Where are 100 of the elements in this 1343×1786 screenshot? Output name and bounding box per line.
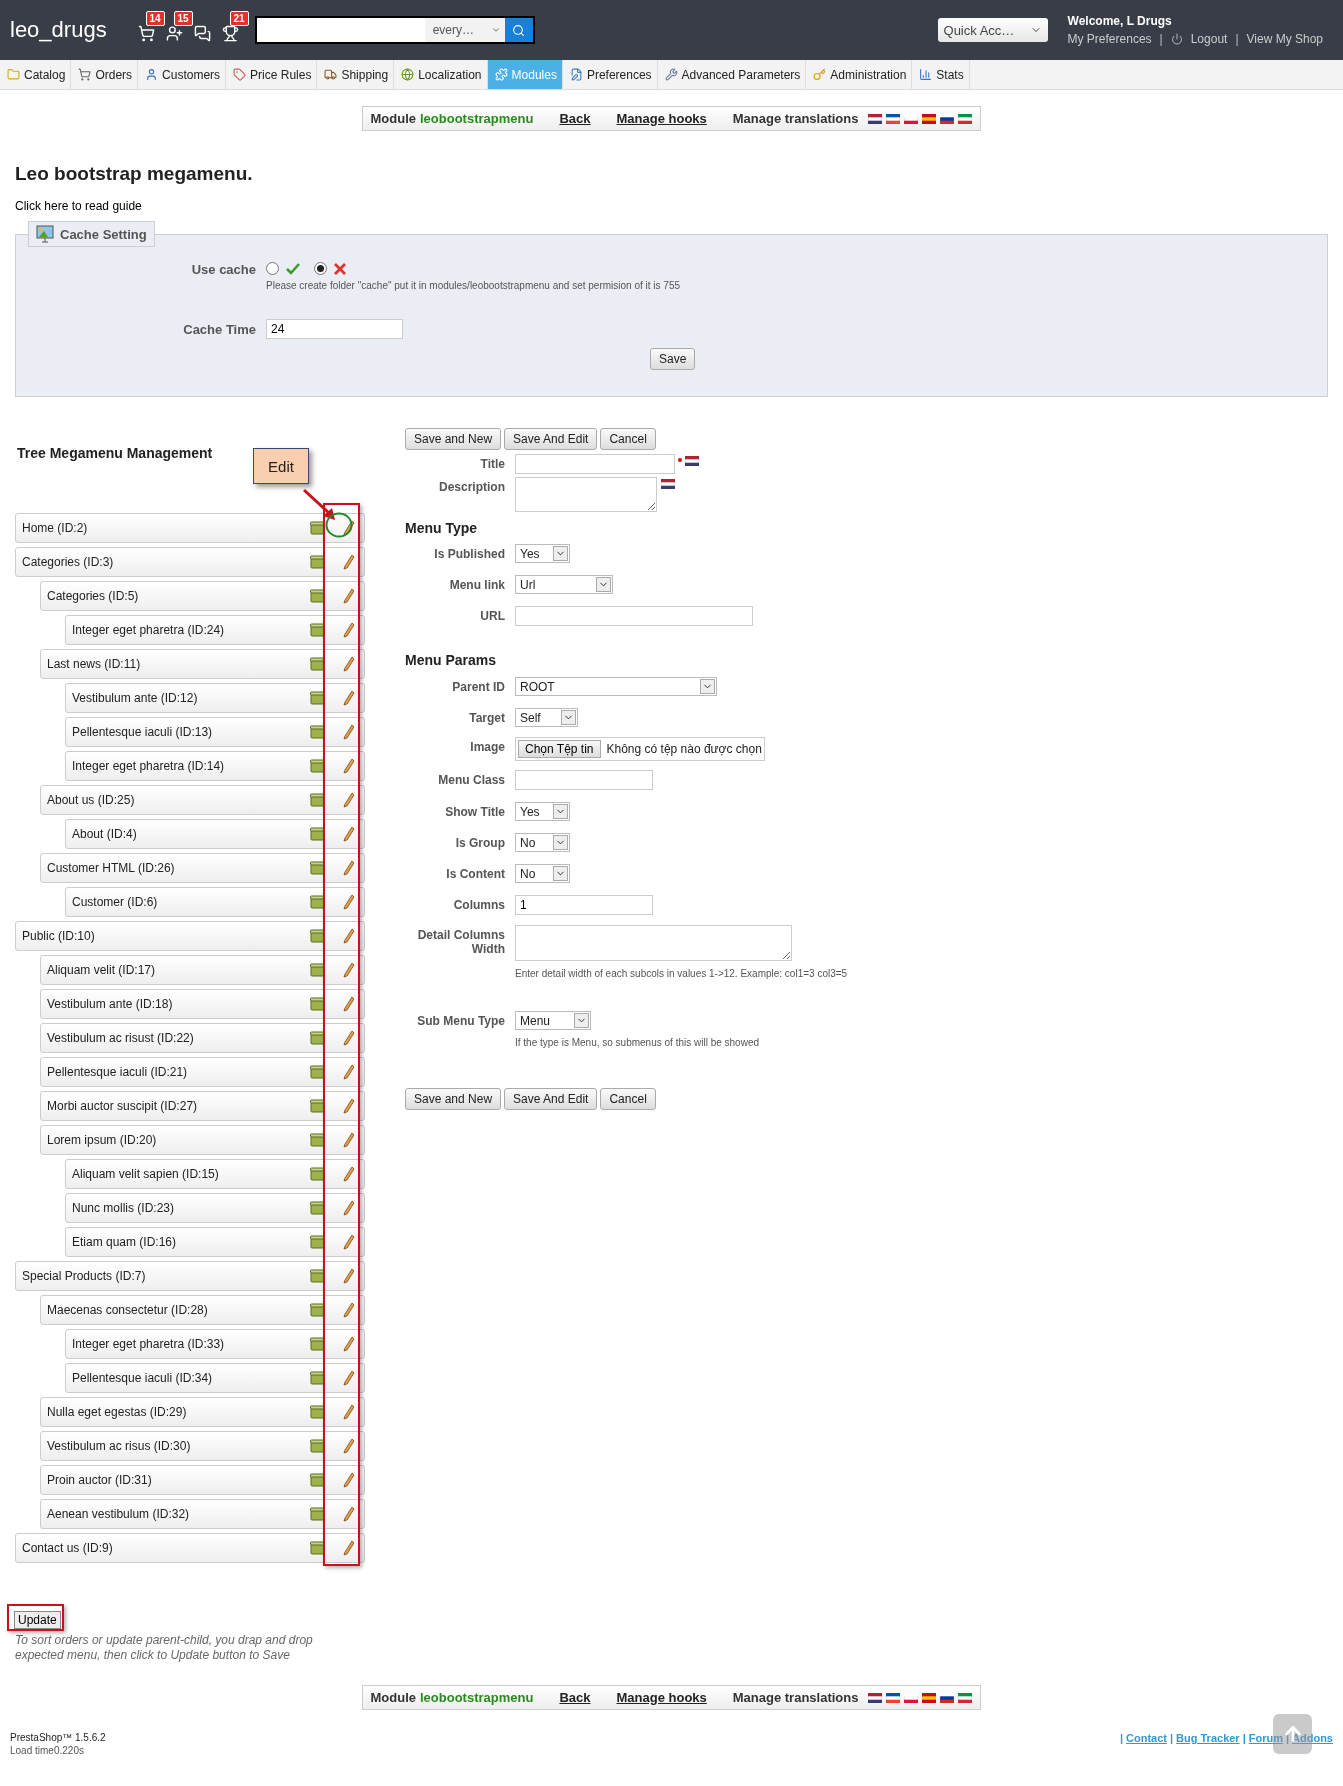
trash-icon[interactable] — [309, 1507, 325, 1521]
trash-icon[interactable] — [309, 1371, 325, 1385]
trash-icon[interactable] — [309, 1269, 325, 1283]
pencil-icon[interactable] — [343, 962, 355, 978]
pencil-icon[interactable] — [343, 996, 355, 1012]
menu-tree-item[interactable]: Vestibulum ante (ID:12) — [65, 683, 365, 713]
chat-icon[interactable] — [194, 24, 212, 42]
pencil-icon[interactable] — [343, 1302, 355, 1318]
pencil-icon[interactable] — [343, 1098, 355, 1114]
quick-access-dropdown[interactable]: Quick Acc… — [937, 18, 1048, 42]
flag-icon[interactable] — [886, 113, 901, 124]
textarea-field[interactable] — [515, 477, 657, 512]
trash-icon[interactable] — [309, 691, 325, 705]
menu-tree-item[interactable]: Pellentesque iaculi (ID:34) — [65, 1363, 365, 1393]
flag-icon[interactable] — [922, 1692, 937, 1703]
pencil-icon[interactable] — [343, 758, 355, 774]
toolbar-link[interactable]: Manage hooks — [616, 1690, 707, 1705]
select-dropdown[interactable]: Menu — [515, 1011, 591, 1030]
pencil-icon[interactable] — [343, 588, 355, 604]
menu-tree-item[interactable]: Integer eget pharetra (ID:24) — [65, 615, 365, 645]
radio-button[interactable] — [314, 262, 327, 275]
menu-tree-item[interactable]: Pellentesque iaculi (ID:13) — [65, 717, 365, 747]
pencil-icon[interactable] — [343, 1200, 355, 1216]
menu-tree-item[interactable]: About (ID:4) — [65, 819, 365, 849]
nav-tab[interactable]: Customers — [138, 60, 227, 89]
trash-icon[interactable] — [309, 1133, 325, 1147]
menu-tree-item[interactable]: Vestibulum ac risus (ID:30) — [40, 1431, 365, 1461]
pencil-icon[interactable] — [343, 690, 355, 706]
flag-icon[interactable] — [958, 1692, 973, 1703]
trash-icon[interactable] — [309, 623, 325, 637]
form-button[interactable]: Save and New — [405, 428, 502, 450]
menu-tree-item[interactable]: Etiam quam (ID:16) — [65, 1227, 365, 1257]
header-link[interactable]: View My Shop — [1246, 32, 1323, 46]
toolbar-link[interactable]: Back — [559, 111, 591, 126]
nav-tab[interactable]: Orders — [71, 60, 139, 89]
trash-icon[interactable] — [309, 1541, 325, 1555]
form-button[interactable]: Save And Edit — [504, 1088, 598, 1110]
select-dropdown[interactable]: Url — [515, 575, 613, 594]
flag-icon[interactable] — [868, 1692, 883, 1703]
flag-icon[interactable] — [940, 113, 955, 124]
nav-tab[interactable]: Shipping — [317, 60, 395, 89]
menu-tree-item[interactable]: Customer HTML (ID:26) — [40, 853, 365, 883]
pencil-icon[interactable] — [343, 622, 355, 638]
trash-icon[interactable] — [309, 1099, 325, 1113]
radio-button[interactable] — [266, 262, 279, 275]
pencil-icon[interactable] — [343, 1234, 355, 1250]
text-input[interactable] — [515, 770, 653, 790]
menu-tree-item[interactable]: Home (ID:2) — [15, 513, 365, 543]
flag-icon[interactable] — [922, 113, 937, 124]
flag-icon[interactable] — [904, 113, 919, 124]
select-dropdown[interactable]: Self — [515, 708, 578, 727]
trash-icon[interactable] — [309, 1405, 325, 1419]
select-dropdown[interactable]: ROOT — [515, 677, 717, 696]
text-input[interactable] — [515, 454, 675, 474]
menu-tree-item[interactable]: Pellentesque iaculi (ID:21) — [40, 1057, 365, 1087]
trash-icon[interactable] — [309, 555, 325, 569]
form-button[interactable]: Cancel — [600, 428, 656, 450]
menu-tree-item[interactable]: Special Products (ID:7) — [15, 1261, 365, 1291]
search-button[interactable] — [504, 18, 533, 42]
trash-icon[interactable] — [309, 1439, 325, 1453]
menu-tree-item[interactable]: Integer eget pharetra (ID:14) — [65, 751, 365, 781]
trash-icon[interactable] — [309, 895, 325, 909]
guide-link[interactable]: Click here to read guide — [15, 199, 1328, 213]
pencil-icon[interactable] — [343, 1166, 355, 1182]
pencil-icon[interactable] — [343, 1472, 355, 1488]
trash-icon[interactable] — [309, 657, 325, 671]
menu-tree-item[interactable]: Nunc mollis (ID:23) — [65, 1193, 365, 1223]
pencil-icon[interactable] — [343, 1336, 355, 1352]
pencil-icon[interactable] — [343, 1132, 355, 1148]
pencil-icon[interactable] — [343, 656, 355, 672]
toolbar-link[interactable]: Manage hooks — [616, 111, 707, 126]
menu-tree-item[interactable]: Proin auctor (ID:31) — [40, 1465, 365, 1495]
nav-tab[interactable]: Localization — [394, 60, 488, 89]
trash-icon[interactable] — [309, 1065, 325, 1079]
trash-icon[interactable] — [309, 1337, 325, 1351]
textarea-field[interactable] — [515, 925, 792, 961]
trash-icon[interactable] — [309, 1201, 325, 1215]
menu-tree-item[interactable]: About us (ID:25) — [40, 785, 365, 815]
pencil-icon[interactable] — [343, 520, 355, 536]
shop-logo[interactable]: leo_drugs — [10, 17, 107, 43]
select-dropdown[interactable]: No — [515, 864, 570, 883]
trash-icon[interactable] — [309, 793, 325, 807]
pencil-icon[interactable] — [343, 826, 355, 842]
text-input[interactable]: 1 — [515, 895, 653, 915]
flag-icon[interactable] — [868, 113, 883, 124]
trash-icon[interactable] — [309, 861, 325, 875]
nav-tab[interactable]: Preferences — [562, 60, 658, 89]
pencil-icon[interactable] — [343, 1404, 355, 1420]
menu-tree-item[interactable]: Last news (ID:11) — [40, 649, 365, 679]
menu-tree-item[interactable]: Lorem ipsum (ID:20) — [40, 1125, 365, 1155]
search-field[interactable]: every… — [254, 16, 535, 44]
trash-icon[interactable] — [309, 1167, 325, 1181]
pencil-icon[interactable] — [343, 1540, 355, 1556]
trash-icon[interactable] — [309, 1235, 325, 1249]
menu-tree-item[interactable]: Morbi auctor suscipit (ID:27) — [40, 1091, 365, 1121]
form-button[interactable]: Save And Edit — [504, 428, 598, 450]
cart-icon[interactable] — [138, 24, 156, 42]
flag-icon[interactable] — [904, 1692, 919, 1703]
select-dropdown[interactable]: No — [515, 833, 570, 852]
pencil-icon[interactable] — [343, 1064, 355, 1080]
